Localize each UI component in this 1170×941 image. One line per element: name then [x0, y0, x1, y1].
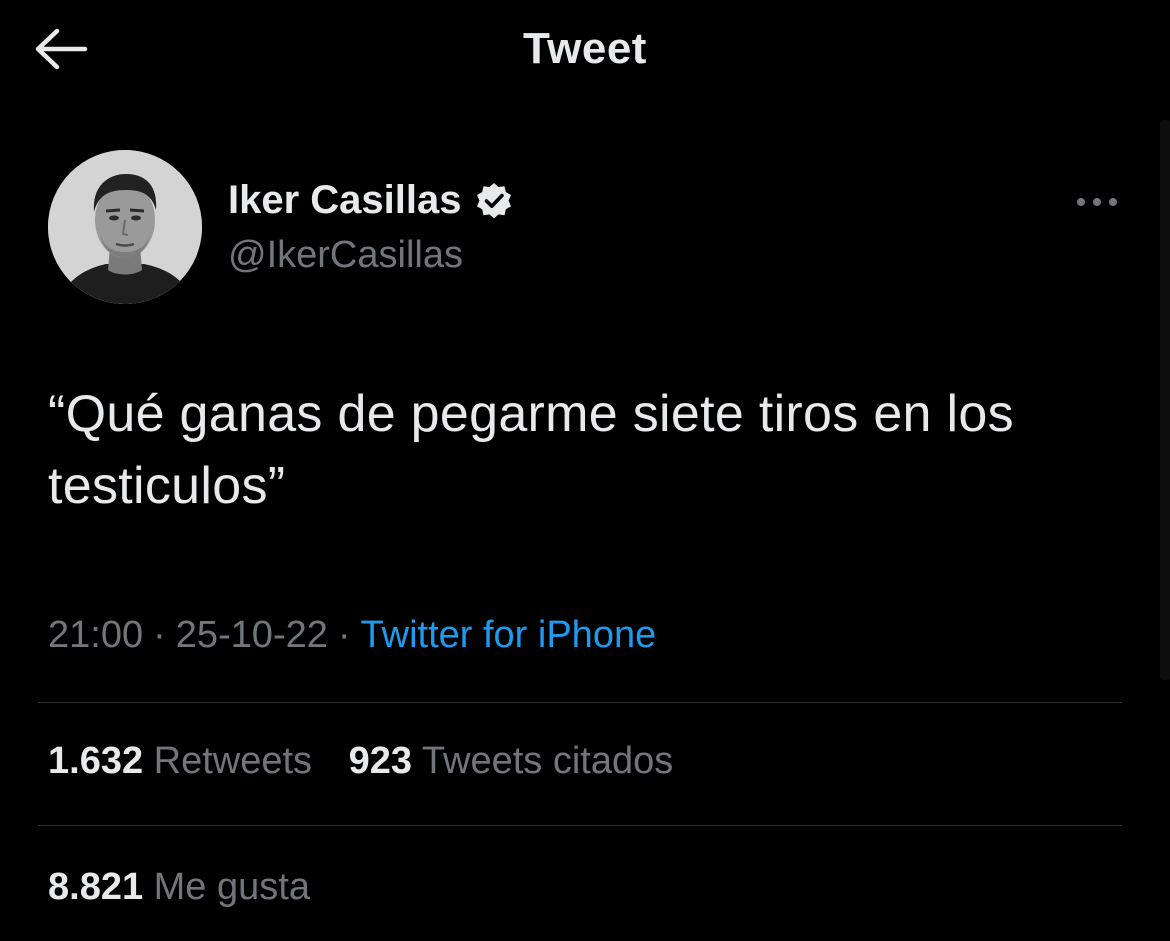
- meta-separator: ·: [153, 614, 166, 656]
- page-title: Tweet: [523, 24, 647, 73]
- likes-row: 8.821 Me gusta: [48, 866, 310, 909]
- tweet-source-link[interactable]: Twitter for iPhone: [361, 614, 657, 656]
- author-name-row[interactable]: Iker Casillas: [228, 178, 514, 223]
- retweets-label: Retweets: [153, 740, 313, 782]
- likes-count: 8.821: [48, 866, 144, 908]
- divider: [38, 702, 1122, 703]
- avatar[interactable]: [48, 150, 202, 304]
- retweets-stat[interactable]: 1.632 Retweets: [48, 740, 323, 782]
- more-horizontal-icon: [1077, 198, 1117, 206]
- likes-stat[interactable]: 8.821 Me gusta: [48, 866, 310, 908]
- verified-badge-icon: [474, 181, 514, 221]
- retweets-count: 1.632: [48, 740, 144, 782]
- tweet-time: 21:00: [48, 614, 144, 656]
- quote-tweets-label: Tweets citados: [421, 740, 674, 782]
- scrollbar[interactable]: [1160, 120, 1170, 680]
- tweet-meta: 21:00 · 25-10-22 · Twitter for iPhone: [48, 614, 656, 657]
- more-options-button[interactable]: [1066, 184, 1128, 220]
- author-name: Iker Casillas: [228, 178, 462, 222]
- stats-row: 1.632 Retweets 923 Tweets citados: [48, 740, 673, 783]
- divider: [38, 825, 1122, 826]
- likes-label: Me gusta: [153, 866, 310, 908]
- quote-tweets-count: 923: [348, 740, 413, 782]
- tweet-text: “Qué ganas de pegarme siete tiros en los…: [48, 385, 1014, 515]
- author-handle[interactable]: @IkerCasillas: [228, 234, 463, 277]
- meta-separator: ·: [337, 614, 351, 656]
- profile-photo: [48, 150, 202, 304]
- quote-tweets-stat[interactable]: 923 Tweets citados: [349, 740, 674, 782]
- tweet-screen: Tweet Iker Casillas @IkerCasillas “Qué g…: [0, 0, 1170, 941]
- tweet-date: 25-10-22: [175, 614, 328, 656]
- top-bar: Tweet: [0, 0, 1170, 100]
